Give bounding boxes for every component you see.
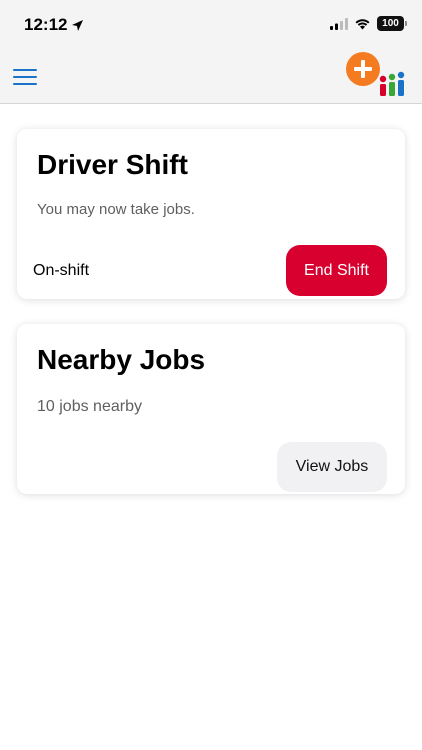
nearby-jobs-count: 10 jobs nearby xyxy=(37,398,142,415)
status-icons: 100 xyxy=(330,16,407,31)
end-shift-button[interactable]: End Shift xyxy=(286,245,387,296)
battery-icon: 100 xyxy=(377,16,407,31)
menu-line xyxy=(13,83,37,85)
location-arrow-icon xyxy=(72,19,84,31)
view-jobs-button[interactable]: View Jobs xyxy=(277,442,387,492)
status-bar: 12:12 100 xyxy=(0,0,422,50)
hamburger-menu-icon[interactable] xyxy=(13,69,37,85)
shift-status-label: On-shift xyxy=(33,262,90,279)
menu-line xyxy=(13,69,37,71)
driver-shift-message: You may now take jobs. xyxy=(37,201,195,218)
battery-level: 100 xyxy=(382,18,399,29)
clock-text: 12:12 xyxy=(24,15,68,34)
driver-shift-card: Driver Shift You may now take jobs. On-s… xyxy=(17,129,405,299)
nearby-jobs-card: Nearby Jobs 10 jobs nearby View Jobs xyxy=(17,324,405,494)
driver-shift-title: Driver Shift xyxy=(37,149,188,180)
app-logo-icon xyxy=(346,52,405,96)
status-time: 12:12 xyxy=(24,15,84,35)
nearby-jobs-title: Nearby Jobs xyxy=(37,344,206,375)
wifi-icon xyxy=(355,18,370,29)
cellular-signal-icon xyxy=(330,17,348,30)
menu-line xyxy=(13,76,37,78)
app-header xyxy=(0,50,422,104)
